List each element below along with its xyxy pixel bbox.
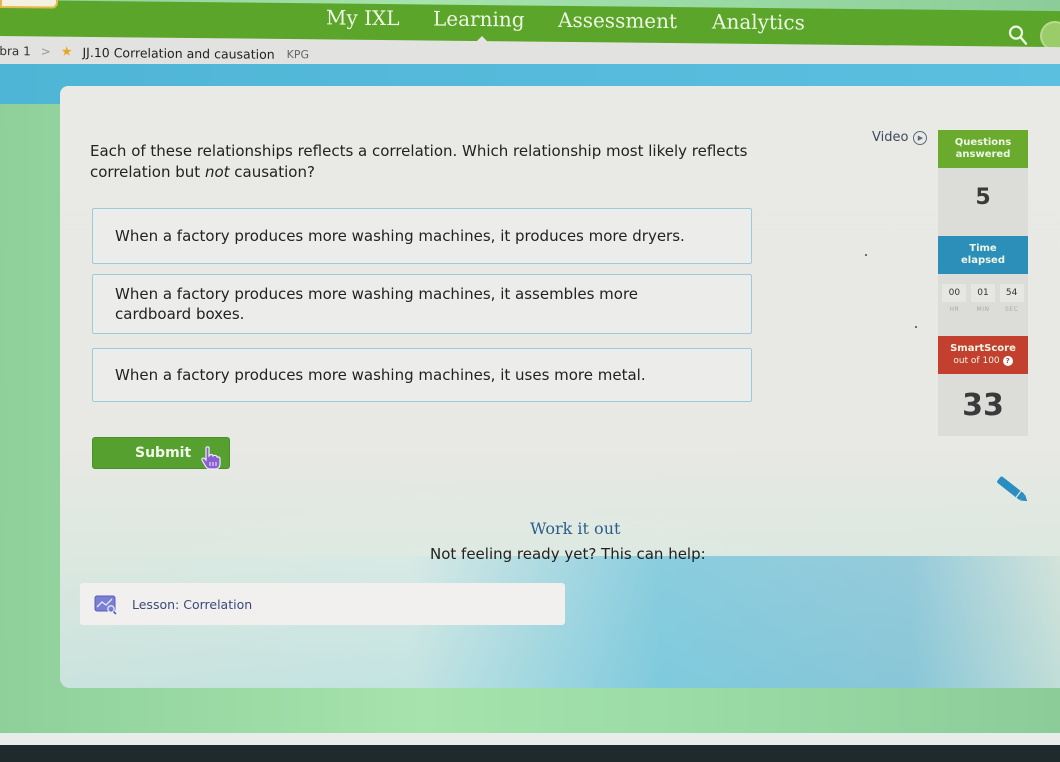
- question-card: Each of these relationships reflects a c…: [60, 86, 1060, 688]
- timer-minutes-value: 01: [970, 284, 995, 302]
- ixl-logo[interactable]: [0, 0, 58, 9]
- questions-answered-line1: Questions: [954, 137, 1012, 148]
- answer-choice-text: When a factory produces more washing mac…: [115, 285, 639, 323]
- breadcrumb-parent[interactable]: ebra 1: [0, 44, 31, 58]
- work-it-out-subtitle: Not feeling ready yet? This can help:: [430, 545, 706, 563]
- work-it-out-title: Work it out: [530, 519, 621, 538]
- nav-analytics[interactable]: Analytics: [712, 9, 805, 34]
- question-text-end: causation?: [229, 163, 315, 181]
- bottom-strip: [0, 733, 1060, 745]
- time-elapsed-line2: elapsed: [960, 255, 1005, 266]
- answer-choice-2[interactable]: When a factory produces more washing mac…: [92, 274, 752, 334]
- stats-panel: Questions answered 5 Time elapsed 00 HR …: [938, 130, 1028, 436]
- star-icon: ★: [60, 44, 73, 60]
- timer-hours: 00 HR: [942, 284, 967, 313]
- smartscore-value: 33: [962, 388, 1004, 423]
- pencil-icon[interactable]: [993, 474, 1033, 506]
- timer-minutes-label: MIN: [976, 306, 990, 313]
- question-text: Each of these relationships reflects a c…: [90, 141, 810, 183]
- video-label: Video: [872, 130, 909, 145]
- nav-assessment[interactable]: Assessment: [558, 8, 677, 33]
- smartscore-line2: out of 100: [953, 356, 1000, 366]
- question-emphasis: not: [204, 163, 230, 181]
- lesson-link[interactable]: Lesson: Correlation: [80, 583, 565, 625]
- answer-choice-3[interactable]: When a factory produces more washing mac…: [92, 348, 752, 402]
- breadcrumb-skill: JJ.10 Correlation and causation: [82, 44, 275, 62]
- questions-answered-value: 5: [975, 185, 991, 210]
- hand-cursor-icon: [201, 446, 221, 470]
- timer-seconds-label: SEC: [1004, 306, 1019, 313]
- screen: My IXL Learning Assessment Analytics ebr…: [0, 0, 1060, 745]
- questions-answered-header: Questions answered: [938, 130, 1028, 168]
- stray-dot: [865, 254, 867, 256]
- help-icon[interactable]: ?: [1002, 356, 1013, 366]
- search-icon[interactable]: [1008, 25, 1028, 47]
- lesson-icon: [94, 595, 117, 615]
- timer-hours-label: HR: [949, 306, 960, 313]
- smartscore-header: SmartScore out of 100 ?: [938, 336, 1028, 374]
- time-elapsed-line1: Time: [969, 243, 997, 254]
- nav-learning[interactable]: Learning: [433, 7, 525, 32]
- time-elapsed-header: Time elapsed: [938, 236, 1028, 274]
- skill-code: KPG: [286, 47, 310, 61]
- play-icon: ▶: [913, 130, 928, 145]
- smartscore-line1: SmartScore: [950, 343, 1016, 354]
- timer-seconds-value: 54: [999, 284, 1024, 302]
- nav-my-ixl[interactable]: My IXL: [326, 5, 400, 30]
- video-link[interactable]: Video ▶: [872, 130, 928, 145]
- timer: 00 HR 01 MIN 54 SEC: [938, 284, 1028, 313]
- breadcrumb-separator: >: [40, 44, 51, 59]
- smartscore-subline: out of 100 ?: [938, 355, 1028, 367]
- submit-label: Submit: [135, 445, 192, 461]
- lesson-label: Lesson: Correlation: [132, 596, 253, 612]
- questions-answered-line2: answered: [955, 149, 1011, 160]
- answer-choice-1[interactable]: When a factory produces more washing mac…: [92, 208, 752, 264]
- timer-minutes: 01 MIN: [970, 284, 995, 313]
- stray-dot: [915, 326, 917, 328]
- timer-hours-value: 00: [942, 284, 967, 302]
- answer-choice-text: When a factory produces more washing mac…: [115, 366, 646, 384]
- question-text-start: Each of these relationships reflects a c…: [90, 142, 748, 181]
- answer-choice-text: When a factory produces more washing mac…: [115, 227, 685, 245]
- timer-seconds: 54 SEC: [999, 284, 1024, 313]
